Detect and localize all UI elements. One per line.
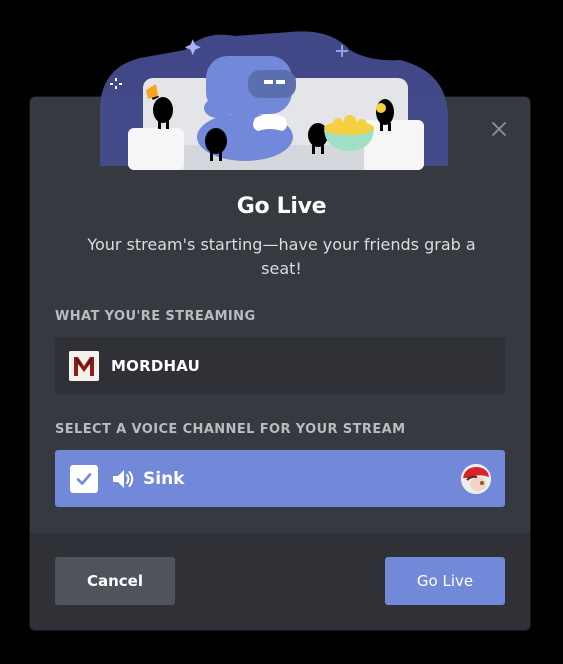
close-icon: [492, 122, 506, 136]
close-button[interactable]: [487, 117, 511, 141]
speaker-icon: [110, 466, 136, 492]
checkmark-icon: [76, 472, 92, 485]
voice-channel-option-sink[interactable]: Sink: [55, 450, 505, 507]
dialog-subtitle: Your stream's starting—have your friends…: [87, 235, 476, 278]
channel-name: Sink: [143, 468, 185, 489]
channel-checkbox[interactable]: [70, 464, 98, 493]
mordhau-logo-icon: [69, 350, 99, 381]
go-live-button[interactable]: Go Live: [385, 557, 505, 605]
dialog-title: Go Live: [236, 194, 327, 219]
go-live-illustration: [100, 31, 448, 170]
screen: Go Live Your stream's starting—have your…: [0, 0, 563, 664]
streaming-section-label: WHAT YOU'RE STREAMING: [55, 309, 256, 324]
streaming-game-row: MORDHAU: [55, 337, 505, 394]
streaming-game-name: MORDHAU: [111, 356, 200, 375]
avatar: [461, 464, 491, 494]
cancel-button[interactable]: Cancel: [55, 557, 175, 605]
voice-channel-section-label: SELECT A VOICE CHANNEL FOR YOUR STREAM: [55, 422, 406, 437]
